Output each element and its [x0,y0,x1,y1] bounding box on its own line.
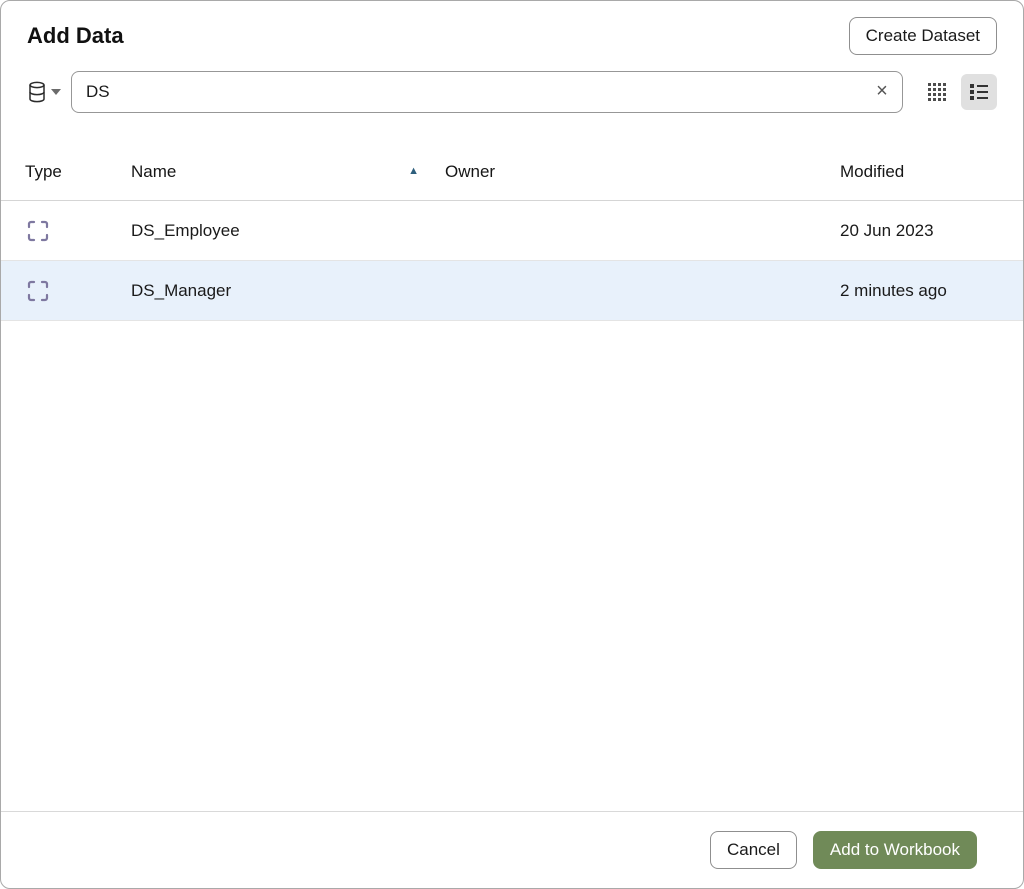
search-box: × [71,71,903,113]
column-header-name[interactable]: Name ▲ [131,162,445,182]
dialog-footer: Cancel Add to Workbook [1,811,1023,888]
column-header-type[interactable]: Type [25,162,131,182]
column-header-owner[interactable]: Owner [445,162,840,182]
dataset-table: Type Name ▲ Owner Modified DS_Employee 2… [1,143,1023,811]
page-title: Add Data [27,23,124,49]
dataset-name: DS_Employee [131,221,445,241]
search-row: × [1,65,1023,121]
dataset-modified: 20 Jun 2023 [840,221,999,241]
view-toggles [919,74,997,110]
search-input[interactable] [71,71,903,113]
empty-list-area [1,321,1023,811]
table-row[interactable]: DS_Employee 20 Jun 2023 [1,201,1023,261]
chevron-down-icon [51,89,61,95]
add-to-workbook-button[interactable]: Add to Workbook [813,831,977,869]
sort-ascending-icon[interactable]: ▲ [408,166,419,177]
search-scope-dropdown[interactable] [27,81,61,103]
dataset-modified: 2 minutes ago [840,281,999,301]
dialog-title-bar: Add Data Create Dataset [1,1,1023,65]
cancel-button[interactable]: Cancel [710,831,797,869]
grid-view-button[interactable] [919,74,955,110]
grid-view-icon [927,82,947,102]
create-dataset-button[interactable]: Create Dataset [849,17,997,55]
list-view-button[interactable] [961,74,997,110]
dataset-icon [25,218,131,244]
column-header-modified[interactable]: Modified [840,162,999,182]
dataset-icon [25,278,131,304]
list-view-icon [969,82,989,102]
clear-search-icon[interactable]: × [865,74,899,108]
table-row[interactable]: DS_Manager 2 minutes ago [1,261,1023,321]
add-data-dialog: Add Data Create Dataset × [0,0,1024,889]
dataset-name: DS_Manager [131,281,445,301]
database-icon [27,81,47,103]
table-header-row: Type Name ▲ Owner Modified [1,143,1023,201]
